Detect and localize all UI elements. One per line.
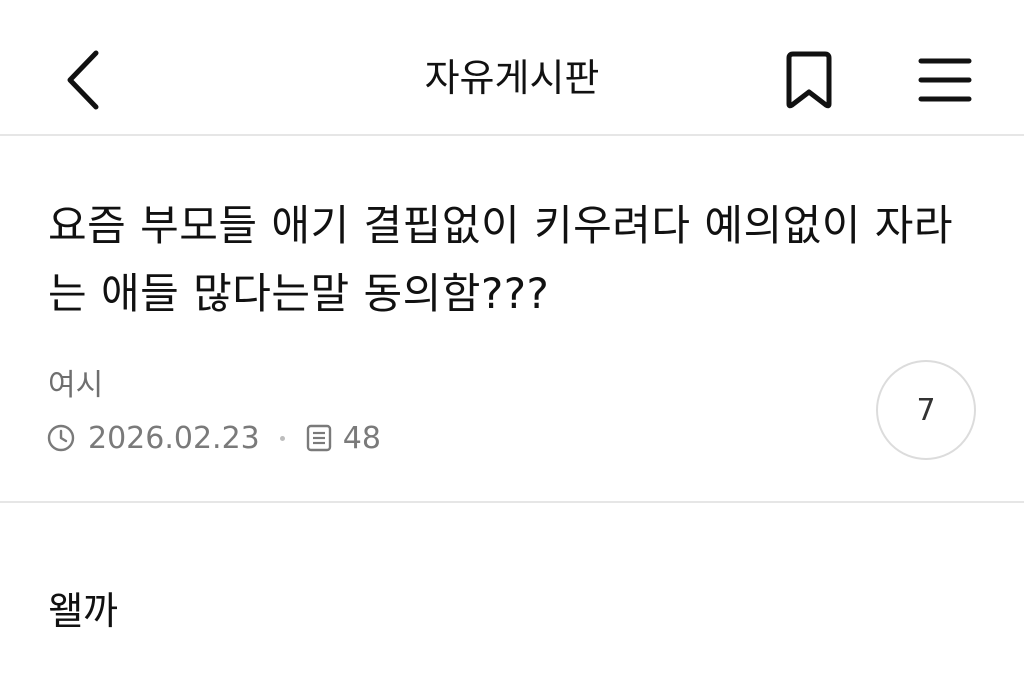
author-name[interactable]: 여시 bbox=[48, 366, 103, 406]
separator-dot bbox=[279, 435, 285, 441]
clock-icon bbox=[46, 423, 76, 453]
post-body: 왤까 bbox=[48, 589, 118, 633]
post-meta: 2026.02.23 48 bbox=[46, 418, 381, 458]
post-title: 요즘 부모들 애기 결핍없이 키우려다 예의없이 자라는 애들 많다는말 동의함… bbox=[48, 201, 954, 318]
chevron-left-icon bbox=[67, 50, 99, 110]
top-app-bar: 자유게시판 bbox=[0, 0, 1024, 136]
bookmark-icon bbox=[786, 51, 832, 109]
views-icon bbox=[305, 423, 333, 453]
hamburger-menu-icon bbox=[918, 58, 972, 102]
view-count: 48 bbox=[342, 420, 381, 456]
section-divider bbox=[0, 501, 1024, 503]
comment-count: 7 bbox=[916, 392, 936, 428]
bookmark-button[interactable] bbox=[776, 44, 842, 116]
back-button[interactable] bbox=[52, 44, 112, 116]
board-title: 자유게시판 bbox=[424, 56, 600, 100]
comment-count-button[interactable]: 7 bbox=[876, 360, 976, 460]
menu-button[interactable] bbox=[912, 48, 978, 112]
post-date: 2026.02.23 bbox=[88, 420, 260, 456]
